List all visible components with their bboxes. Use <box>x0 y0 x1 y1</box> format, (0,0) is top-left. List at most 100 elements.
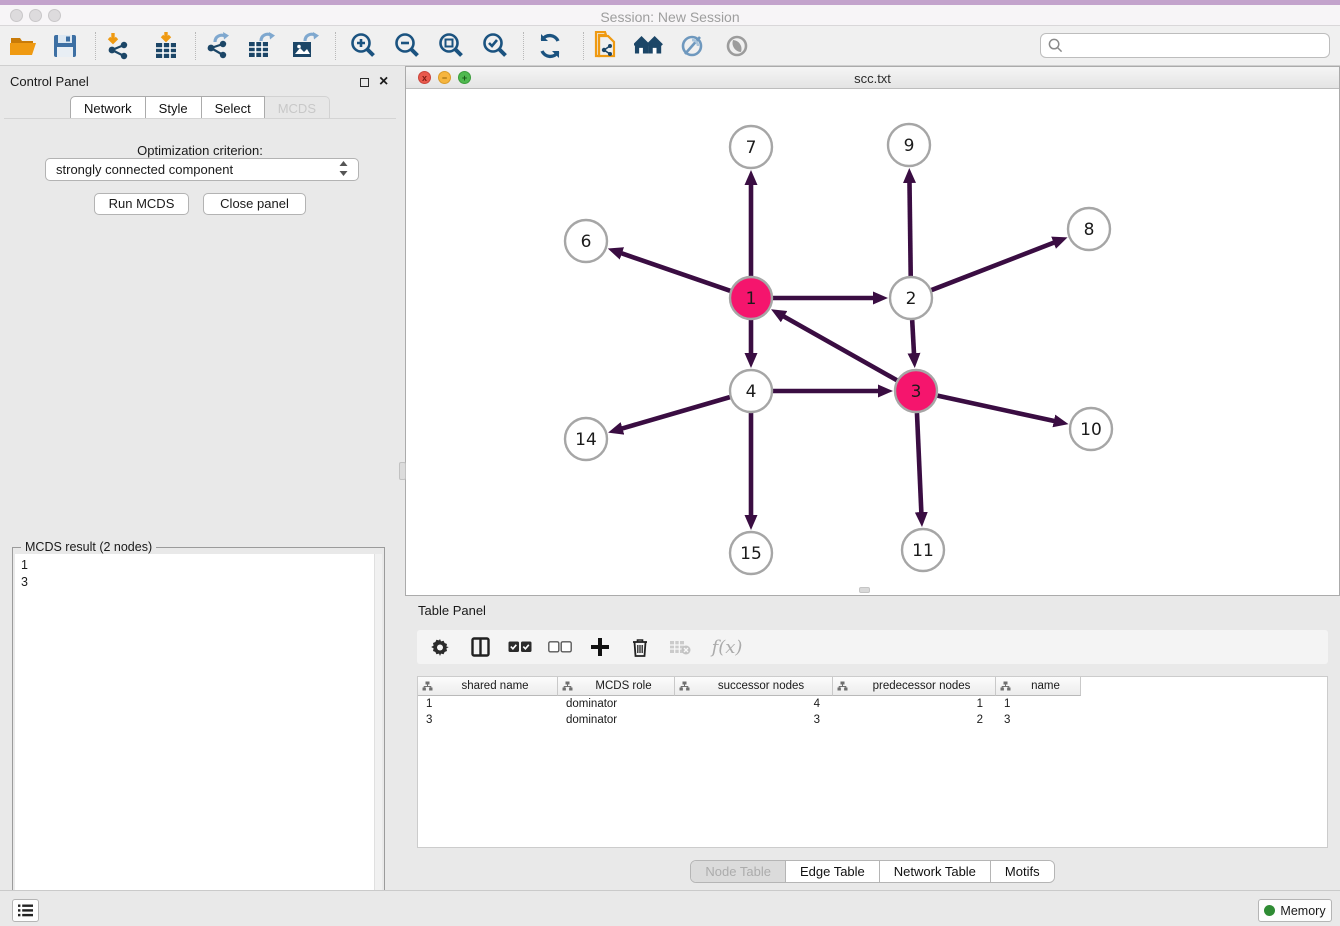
node-label-9: 9 <box>904 136 915 156</box>
unselect-all-columns-icon[interactable] <box>547 634 573 660</box>
export-table-icon[interactable] <box>247 32 277 60</box>
edge-4-14[interactable] <box>622 397 730 429</box>
control-panel: Control Panel × NetworkStyleSelectMCDS O… <box>0 66 400 890</box>
column-header-shared-name[interactable]: shared name <box>418 677 558 696</box>
toolbar-separator <box>195 32 196 60</box>
toolbar-separator <box>95 32 96 60</box>
show-graphics-details-icon[interactable] <box>722 32 752 60</box>
export-image-icon[interactable] <box>291 32 321 60</box>
tab-edge-table[interactable]: Edge Table <box>785 861 879 882</box>
edge-3-1[interactable] <box>783 316 897 380</box>
control-panel-title: Control Panel <box>10 73 89 91</box>
node-table[interactable]: shared nameMCDS rolesuccessor nodesprede… <box>417 676 1328 848</box>
zoom-in-icon[interactable] <box>348 32 378 60</box>
column-tree-icon <box>837 681 848 691</box>
column-header-successor-nodes[interactable]: successor nodes <box>675 677 833 696</box>
table-cell[interactable]: 4 <box>675 696 833 712</box>
table-cell[interactable]: dominator <box>558 712 675 728</box>
toolbar-separator <box>583 32 584 60</box>
node-label-8: 8 <box>1084 220 1095 240</box>
node-label-10: 10 <box>1080 420 1102 440</box>
delete-column-trash-icon[interactable] <box>627 634 653 660</box>
search-field[interactable] <box>1040 33 1330 58</box>
edge-1-6[interactable] <box>621 253 730 291</box>
edge-2-8[interactable] <box>932 242 1055 290</box>
table-cell[interactable]: 1 <box>418 696 558 712</box>
create-new-column-icon[interactable] <box>587 634 613 660</box>
zoom-out-icon[interactable] <box>392 32 422 60</box>
network-window-title: scc.txt <box>406 71 1339 86</box>
column-tree-icon <box>422 681 433 691</box>
import-table-icon[interactable] <box>151 32 181 60</box>
table-cell[interactable]: 3 <box>996 712 1081 728</box>
network-graph[interactable]: 1234678910111415 <box>406 89 1339 595</box>
table-settings-gear-icon[interactable] <box>427 634 453 660</box>
table-cell[interactable]: 1 <box>833 696 996 712</box>
table-tabs: Node TableEdge TableNetwork TableMotifs <box>405 860 1340 883</box>
table-toolbar: f(x) <box>417 630 1328 664</box>
mcds-result-title: MCDS result (2 nodes) <box>21 540 156 554</box>
memory-button[interactable]: Memory <box>1258 899 1332 922</box>
show-column-icon[interactable] <box>467 634 493 660</box>
show-all-networks-icon[interactable] <box>634 32 664 60</box>
panel-divider-handle-horizontal[interactable] <box>859 587 870 593</box>
column-header-name[interactable]: name <box>996 677 1081 696</box>
new-network-icon[interactable] <box>590 32 620 60</box>
close-panel-button[interactable]: Close panel <box>203 193 306 215</box>
column-header-MCDS-role[interactable]: MCDS role <box>558 677 675 696</box>
save-session-icon[interactable] <box>50 32 80 60</box>
toolbar-separator <box>335 32 336 60</box>
table-cell[interactable]: 1 <box>996 696 1081 712</box>
run-mcds-button[interactable]: Run MCDS <box>94 193 189 215</box>
result-scrollbar[interactable] <box>374 554 382 922</box>
edge-3-11[interactable] <box>917 413 921 513</box>
function-builder-icon[interactable]: f(x) <box>707 634 747 660</box>
zoom-selected-icon[interactable] <box>480 32 510 60</box>
tab-motifs[interactable]: Motifs <box>990 861 1054 882</box>
optimization-criterion-select[interactable]: strongly connected component <box>45 158 359 181</box>
memory-button-label: Memory <box>1280 904 1325 918</box>
column-tree-icon <box>679 681 690 691</box>
select-all-columns-icon[interactable] <box>507 634 533 660</box>
tab-network-table[interactable]: Network Table <box>879 861 990 882</box>
mcds-result-group: MCDS result (2 nodes) 13 <box>12 547 385 925</box>
import-network-icon[interactable] <box>103 32 133 60</box>
node-label-1: 1 <box>746 289 757 309</box>
node-label-6: 6 <box>581 232 592 252</box>
close-panel-icon[interactable]: × <box>379 73 390 84</box>
column-header-predecessor-nodes[interactable]: predecessor nodes <box>833 677 996 696</box>
apply-layout-icon[interactable] <box>535 32 565 60</box>
mcds-result-item: 1 <box>21 557 374 574</box>
panel-divider-handle-vertical[interactable] <box>399 462 406 480</box>
show-panels-list-button[interactable] <box>12 899 39 922</box>
table-row[interactable]: 1dominator411 <box>418 696 1327 712</box>
open-file-icon[interactable] <box>8 32 38 60</box>
node-label-7: 7 <box>746 138 757 158</box>
tab-node-table[interactable]: Node Table <box>691 861 785 882</box>
network-canvas[interactable]: 1234678910111415 <box>406 89 1339 595</box>
table-cell[interactable]: dominator <box>558 696 675 712</box>
search-icon <box>1048 38 1063 53</box>
hide-graphics-details-icon[interactable] <box>678 32 708 60</box>
export-network-icon[interactable] <box>203 32 233 60</box>
edge-2-9[interactable] <box>909 182 910 276</box>
delete-table-icon[interactable] <box>667 634 693 660</box>
search-input[interactable] <box>1068 38 1329 53</box>
mcds-tab-content: Optimization criterion: strongly connect… <box>4 118 396 886</box>
node-label-3: 3 <box>911 382 922 402</box>
mcds-result-item: 3 <box>21 574 374 591</box>
table-panel-title: Table Panel <box>418 602 486 620</box>
node-label-2: 2 <box>906 289 917 309</box>
table-row[interactable]: 3dominator323 <box>418 712 1327 728</box>
zoom-fit-icon[interactable] <box>436 32 466 60</box>
table-cell[interactable]: 3 <box>675 712 833 728</box>
edge-2-3[interactable] <box>912 320 914 354</box>
table-cell[interactable]: 3 <box>418 712 558 728</box>
dropdown-stepper-icon <box>339 161 348 179</box>
mcds-result-list[interactable]: 13 <box>15 554 374 922</box>
table-cell[interactable]: 2 <box>833 712 996 728</box>
edge-3-10[interactable] <box>937 396 1054 421</box>
list-icon <box>18 904 33 917</box>
network-window-titlebar[interactable]: x − + scc.txt <box>406 67 1339 89</box>
float-panel-icon[interactable] <box>360 74 371 85</box>
